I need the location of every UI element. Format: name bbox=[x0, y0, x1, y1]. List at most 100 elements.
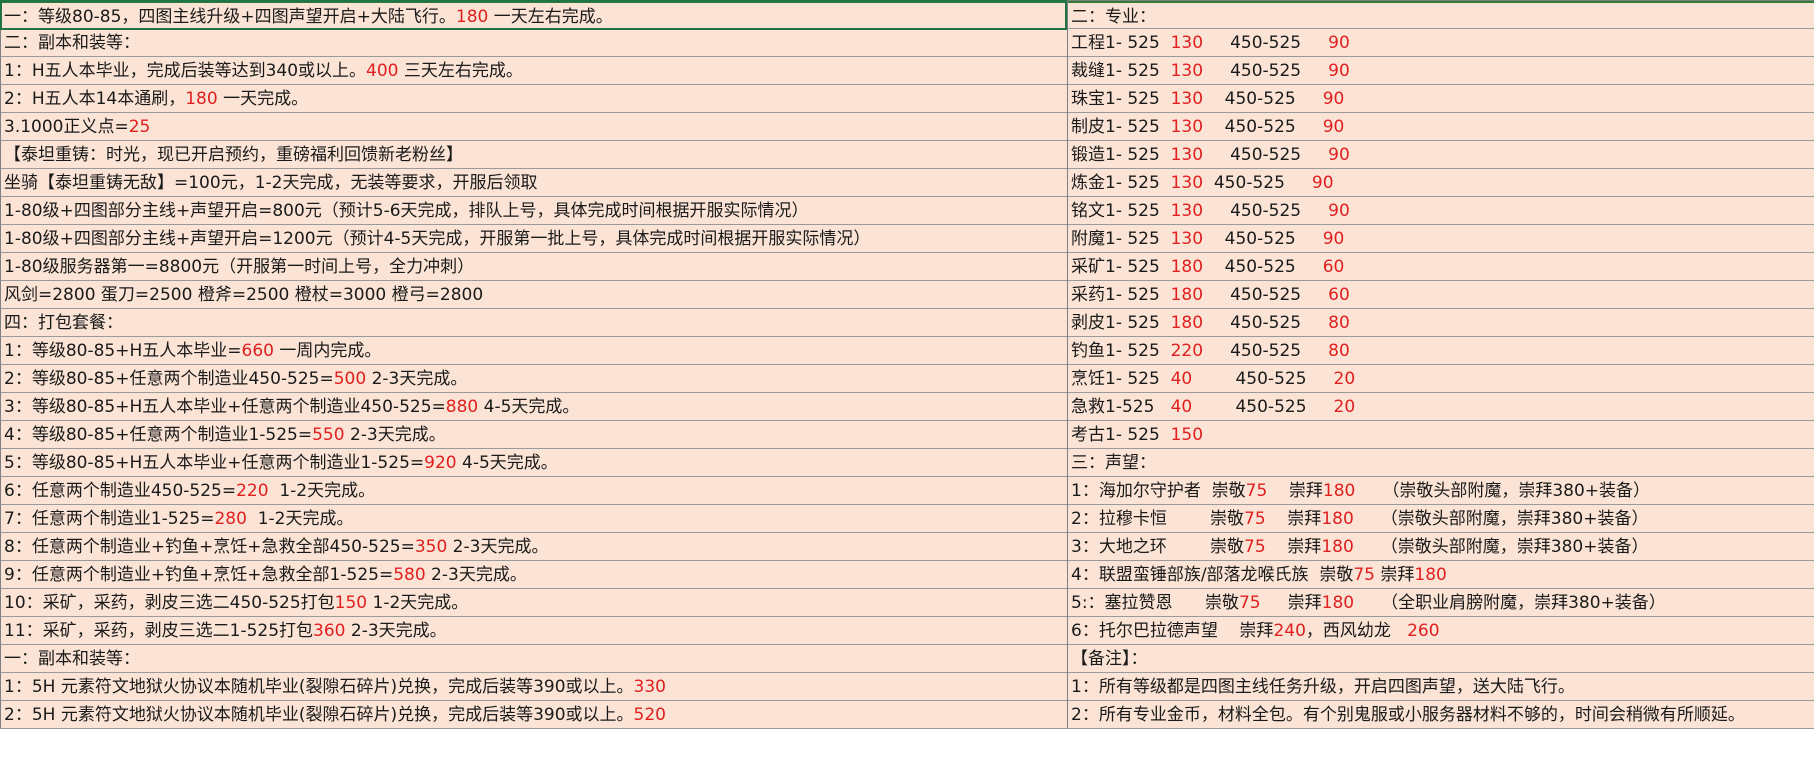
cell-text: 风剑=2800 蛋刀=2500 橙斧=2500 橙杖=3000 橙弓=2800 bbox=[4, 285, 484, 305]
left-row[interactable]: 9：任意两个制造业+钓鱼+烹饪+急救全部1-525=580 2-3天完成。 bbox=[0, 561, 1067, 589]
right-row[interactable]: 制皮1- 525 130 450-525 90 bbox=[1068, 113, 1814, 141]
right-row[interactable]: 裁缝1- 525 130 450-525 90 bbox=[1068, 57, 1814, 85]
left-row[interactable]: 5：等级80-85+H五人本毕业+任意两个制造业1-525=920 4-5天完成… bbox=[0, 449, 1067, 477]
right-row[interactable]: 2：所有专业金币，材料全包。有个别鬼服或小服务器材料不够的，时间会稍微有所顺延。 bbox=[1068, 701, 1814, 729]
price-value: 180 bbox=[1321, 537, 1354, 557]
left-row[interactable]: 四：打包套餐： bbox=[0, 309, 1067, 337]
right-row[interactable]: 【备注】： bbox=[1068, 645, 1814, 673]
price-value: 90 bbox=[1322, 229, 1345, 249]
left-row[interactable]: 1-80级+四图部分主线+声望开启=800元（预计5-6天完成，排队上号，具体完… bbox=[0, 197, 1067, 225]
right-row[interactable]: 附魔1- 525 130 450-525 90 bbox=[1068, 225, 1814, 253]
right-row[interactable]: 5:：塞拉赞恩 崇敬75 崇拜180 （全职业肩膀附魔，崇拜380+装备） bbox=[1068, 589, 1814, 617]
left-row[interactable]: 10：采矿，采药，剥皮三选二450-525打包150 1-2天完成。 bbox=[0, 589, 1067, 617]
left-row[interactable]: 4：等级80-85+任意两个制造业1-525=550 2-3天完成。 bbox=[0, 421, 1067, 449]
right-row[interactable]: 2：拉穆卡恒 崇敬75 崇拜180 （崇敬头部附魔，崇拜380+装备） bbox=[1068, 505, 1814, 533]
right-row[interactable]: 剥皮1- 525 180 450-525 80 bbox=[1068, 309, 1814, 337]
cell-text: 1-80级服务器第一=8800元（开服第一时间上号，全力冲刺） bbox=[4, 257, 475, 277]
right-row[interactable]: 4：联盟蛮锤部族/部落龙喉氏族 崇敬75 崇拜180 bbox=[1068, 561, 1814, 589]
price-value: 350 bbox=[414, 537, 448, 557]
right-row[interactable]: 铭文1- 525 130 450-525 90 bbox=[1068, 197, 1814, 225]
right-row[interactable]: 采矿1- 525 180 450-525 60 bbox=[1068, 253, 1814, 281]
left-row[interactable]: 3：等级80-85+H五人本毕业+任意两个制造业450-525=880 4-5天… bbox=[0, 393, 1067, 421]
price-value: 20 bbox=[1333, 397, 1356, 417]
price-value: 180 bbox=[185, 89, 218, 109]
cell-text: 2：拉穆卡恒 崇敬 bbox=[1071, 509, 1245, 529]
cell-text: 1：海加尔守护者 崇敬 bbox=[1071, 481, 1246, 501]
right-row[interactable]: 锻造1- 525 130 450-525 90 bbox=[1068, 141, 1814, 169]
price-value: 90 bbox=[1322, 89, 1345, 109]
right-row[interactable]: 钓鱼1- 525 220 450-525 80 bbox=[1068, 337, 1814, 365]
cell-text: 6：任意两个制造业450-525= bbox=[4, 481, 237, 501]
cell-text: 裁缝1- 525 bbox=[1071, 61, 1171, 81]
cell-text: 4-5天完成。 bbox=[456, 453, 558, 473]
price-value: 130 bbox=[1170, 145, 1204, 165]
left-row[interactable]: 风剑=2800 蛋刀=2500 橙斧=2500 橙杖=3000 橙弓=2800 bbox=[0, 281, 1067, 309]
price-value: 180 bbox=[1170, 313, 1204, 333]
left-row[interactable]: 1-80级+四图部分主线+声望开启=1200元（预计4-5天完成，开服第一批上号… bbox=[0, 225, 1067, 253]
price-value: 130 bbox=[1170, 229, 1204, 249]
left-row[interactable]: 一：副本和装等： bbox=[0, 645, 1067, 673]
cell-text: 3：等级80-85+H五人本毕业+任意两个制造业450-525= bbox=[4, 397, 446, 417]
cell-text: 450-525 bbox=[1203, 173, 1312, 193]
cell-text: 450-525 bbox=[1192, 369, 1334, 389]
cell-text: 一：副本和装等： bbox=[4, 649, 140, 669]
right-row[interactable]: 1：海加尔守护者 崇敬75 崇拜180 （崇敬头部附魔，崇拜380+装备） bbox=[1068, 477, 1814, 505]
cell-text: 2-3天完成。 bbox=[447, 537, 549, 557]
cell-text: 1：H五人本毕业，完成后装等达到340或以上。 bbox=[4, 61, 367, 81]
left-row[interactable]: 1-80级服务器第一=8800元（开服第一时间上号，全力冲刺） bbox=[0, 253, 1067, 281]
right-row[interactable]: 二：专业： bbox=[1068, 1, 1814, 29]
left-row[interactable]: 一：等级80-85，四图主线升级+四图声望开启+大陆飞行。180 一天左右完成。 bbox=[0, 1, 1067, 29]
right-row[interactable]: 珠宝1- 525 130 450-525 90 bbox=[1068, 85, 1814, 113]
cell-text: 6：托尔巴拉德声望 崇拜 bbox=[1071, 621, 1274, 641]
left-row[interactable]: 1：H五人本毕业，完成后装等达到340或以上。400 三天左右完成。 bbox=[0, 57, 1067, 85]
left-row[interactable]: 二：副本和装等： bbox=[0, 29, 1067, 57]
cell-text: 1：等级80-85+H五人本毕业= bbox=[4, 341, 242, 361]
price-value: 75 bbox=[1244, 537, 1266, 557]
cell-text: 铭文1- 525 bbox=[1071, 201, 1171, 221]
price-value: 20 bbox=[1333, 369, 1356, 389]
cell-text: 急救1-525 bbox=[1071, 397, 1171, 417]
price-value: 180 bbox=[1170, 285, 1204, 305]
price-value: 280 bbox=[214, 509, 247, 529]
left-row[interactable]: 3.1000正义点=25 bbox=[0, 113, 1067, 141]
left-row[interactable]: 【泰坦重铸：时光，现已开启预约，重磅福利回馈新老粉丝】 bbox=[0, 141, 1067, 169]
right-row[interactable]: 三：声望： bbox=[1068, 449, 1814, 477]
right-row[interactable]: 工程1- 525 130 450-525 90 bbox=[1068, 29, 1814, 57]
cell-text: 450-525 bbox=[1203, 117, 1323, 137]
cell-text: 二：副本和装等： bbox=[4, 33, 140, 53]
right-column: 二：专业： 工程1- 525 130 450-525 90 裁缝1- 525 130… bbox=[1068, 0, 1814, 729]
right-row[interactable]: 3：大地之环 崇敬75 崇拜180 （崇敬头部附魔，崇拜380+装备） bbox=[1068, 533, 1814, 561]
cell-text: （崇敬头部附魔，崇拜380+装备） bbox=[1353, 509, 1649, 529]
left-row[interactable]: 2：5H 元素符文地狱火协议本随机毕业(裂隙石碎片)兑换，完成后装等390或以上… bbox=[0, 701, 1067, 729]
cell-text: 三：声望： bbox=[1071, 453, 1156, 473]
cell-text: 11：采矿，采药，剥皮三选二1-525打包 bbox=[4, 621, 314, 641]
left-row[interactable]: 11：采矿，采药，剥皮三选二1-525打包360 2-3天完成。 bbox=[0, 617, 1067, 645]
cell-text: 【泰坦重铸：时光，现已开启预约，重磅福利回馈新老粉丝】 bbox=[4, 145, 463, 165]
left-row[interactable]: 6：任意两个制造业450-525=220 1-2天完成。 bbox=[0, 477, 1067, 505]
right-row[interactable]: 急救1-525 40 450-525 20 bbox=[1068, 393, 1814, 421]
right-row[interactable]: 炼金1- 525 130 450-525 90 bbox=[1068, 169, 1814, 197]
right-row[interactable]: 1：所有等级都是四图主线任务升级，开启四图声望，送大陆飞行。 bbox=[1068, 673, 1814, 701]
left-row[interactable]: 1：等级80-85+H五人本毕业=660 一周内完成。 bbox=[0, 337, 1067, 365]
cell-text: 附魔1- 525 bbox=[1071, 229, 1171, 249]
left-row[interactable]: 8：任意两个制造业+钓鱼+烹饪+急救全部450-525=350 2-3天完成。 bbox=[0, 533, 1067, 561]
price-value: 180 bbox=[1321, 593, 1355, 613]
price-value: 260 bbox=[1407, 621, 1440, 641]
cell-text: 锻造1- 525 bbox=[1071, 145, 1171, 165]
left-row[interactable]: 1：5H 元素符文地狱火协议本随机毕业(裂隙石碎片)兑换，完成后装等390或以上… bbox=[0, 673, 1067, 701]
right-row[interactable]: 烹饪1- 525 40 450-525 20 bbox=[1068, 365, 1814, 393]
cell-text: 450-525 bbox=[1192, 397, 1334, 417]
left-row[interactable]: 2：等级80-85+任意两个制造业450-525=500 2-3天完成。 bbox=[0, 365, 1067, 393]
cell-text: （崇敬头部附魔，崇拜380+装备） bbox=[1353, 537, 1649, 557]
right-row[interactable]: 采药1- 525 180 450-525 60 bbox=[1068, 281, 1814, 309]
spreadsheet: 一：等级80-85，四图主线升级+四图声望开启+大陆飞行。180 一天左右完成。… bbox=[0, 0, 1816, 761]
left-row[interactable]: 坐骑【泰坦重铸无敌】=100元，1-2天完成，无装等要求，开服后领取 bbox=[0, 169, 1067, 197]
right-row[interactable]: 考古1- 525 150 bbox=[1068, 421, 1814, 449]
price-value: 220 bbox=[236, 481, 269, 501]
price-value: 130 bbox=[1170, 89, 1204, 109]
left-row[interactable]: 2：H五人本14本通刷，180 一天完成。 bbox=[0, 85, 1067, 113]
price-value: 220 bbox=[1170, 341, 1204, 361]
cell-text: 450-525 bbox=[1203, 201, 1329, 221]
right-row[interactable]: 6：托尔巴拉德声望 崇拜240，西风幼龙 260 bbox=[1068, 617, 1814, 645]
left-row[interactable]: 7：任意两个制造业1-525=280 1-2天完成。 bbox=[0, 505, 1067, 533]
